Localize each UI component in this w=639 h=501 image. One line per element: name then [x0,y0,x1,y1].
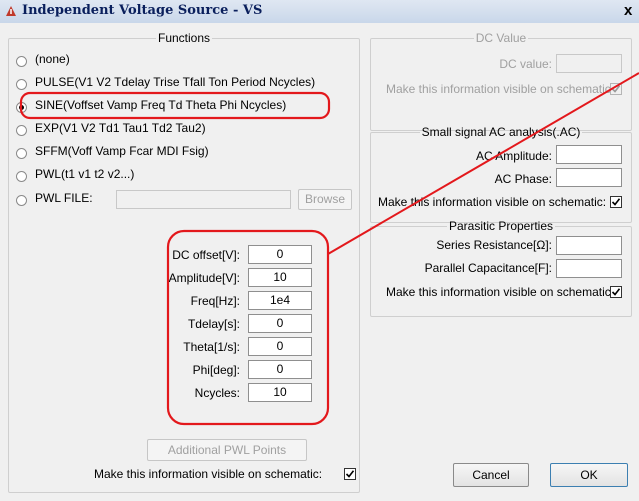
radio-none[interactable] [16,56,27,67]
functions-visible-label: Make this information visible on schemat… [94,467,323,481]
ac-amplitude-input[interactable] [556,145,622,164]
option-sine-label: SINE(Voffset Vamp Freq Td Theta Phi Ncyc… [35,98,287,112]
app-icon [6,6,16,16]
dc-value-group: DC Value [370,31,632,131]
title-bar: Independent Voltage Source - VS x [0,0,639,24]
option-pwl-file-label: PWL FILE: [35,191,93,205]
ok-button[interactable]: OK [550,463,628,487]
option-exp-label: EXP(V1 V2 Td1 Tau1 Td2 Tau2) [35,121,206,135]
ac-visible-label: Make this information visible on schemat… [378,195,607,209]
radio-sine[interactable] [16,102,27,113]
parallel-capacitance-label: Parallel Capacitance[F]: [424,261,552,275]
dc-value-legend: DC Value [475,31,527,45]
tdelay-input[interactable]: 0 [248,314,312,333]
param-label-theta: Theta[1/s]: [183,340,240,354]
theta-input[interactable]: 0 [248,337,312,356]
phi-input[interactable]: 0 [248,360,312,379]
ac-visible-checkbox[interactable] [610,196,622,208]
window-title: Independent Voltage Source - VS [22,3,263,18]
close-icon[interactable]: x [624,2,632,19]
option-pulse-label: PULSE(V1 V2 Tdelay Trise Tfall Ton Perio… [35,75,316,89]
dc-value-label: DC value: [499,57,552,71]
amplitude-input[interactable]: 10 [248,268,312,287]
additional-pwl-points-button[interactable]: Additional PWL Points [147,439,307,461]
series-resistance-input[interactable] [556,236,622,255]
freq-input[interactable]: 1e4 [248,291,312,310]
pwl-file-path-input[interactable] [116,190,291,209]
series-resistance-label: Series Resistance[Ω]: [436,238,552,252]
param-label-tdelay: Tdelay[s]: [187,317,240,331]
check-icon [611,288,621,296]
ncycles-input[interactable]: 10 [248,383,312,402]
parasitic-visible-label: Make this information visible on schemat… [386,285,615,299]
parasitic-legend: Parasitic Properties [448,219,554,233]
ac-analysis-legend: Small signal AC analysis(.AC) [421,125,581,139]
dc-value-input[interactable] [556,54,622,73]
ac-phase-label: AC Phase: [494,172,552,186]
check-icon [611,85,621,93]
ac-phase-input[interactable] [556,168,622,187]
dc-value-visible-checkbox[interactable] [610,83,622,95]
param-label-freq: Freq[Hz]: [190,294,240,308]
ac-amplitude-label: AC Amplitude: [475,149,552,163]
browse-button[interactable]: Browse [298,189,352,210]
functions-legend: Functions [157,31,211,45]
param-label-amplitude: Amplitude[V]: [168,271,240,285]
radio-sffm[interactable] [16,148,27,159]
param-label-dc-offset: DC offset[V]: [172,248,240,262]
parasitic-visible-checkbox[interactable] [610,286,622,298]
parallel-capacitance-input[interactable] [556,259,622,278]
option-pwl-label: PWL(t1 v1 t2 v2...) [35,167,135,181]
param-label-phi: Phi[deg]: [192,363,240,377]
dialog-body: Functions (none) PULSE(V1 V2 Tdelay Tris… [0,23,639,501]
param-label-ncycles: Ncycles: [194,386,240,400]
cancel-button[interactable]: Cancel [453,463,529,487]
radio-pwl[interactable] [16,171,27,182]
radio-exp[interactable] [16,125,27,136]
dc-value-visible-label: Make this information visible on schemat… [386,82,610,96]
check-icon [345,470,355,478]
radio-pulse[interactable] [16,79,27,90]
option-sffm-label: SFFM(Voff Vamp Fcar MDI Fsig) [35,144,209,158]
check-icon [611,198,621,206]
functions-visible-checkbox[interactable] [344,468,356,480]
radio-pwl-file[interactable] [16,195,27,206]
option-none-label: (none) [35,52,70,66]
dc-offset-input[interactable]: 0 [248,245,312,264]
